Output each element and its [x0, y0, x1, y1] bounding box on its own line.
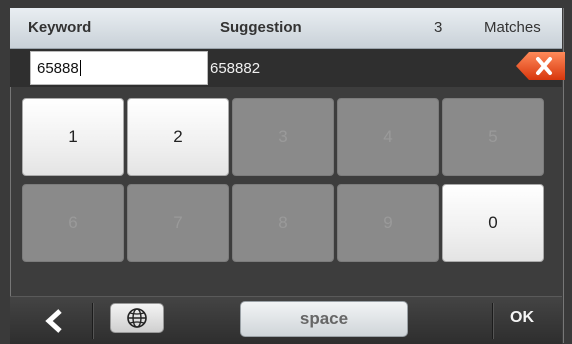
back-button[interactable]	[40, 308, 70, 334]
clear-x-icon	[516, 52, 565, 80]
suggestion-text[interactable]: 658882	[210, 60, 260, 77]
header-bar: Keyword Suggestion 3 Matches	[10, 8, 562, 49]
ok-button[interactable]: OK	[510, 309, 534, 327]
key-9: 9	[337, 184, 439, 262]
key-1[interactable]: 1	[22, 98, 124, 176]
key-8: 8	[232, 184, 334, 262]
match-count: 3	[434, 19, 443, 36]
clear-button[interactable]	[515, 51, 565, 81]
key-3: 3	[232, 98, 334, 176]
globe-icon	[127, 308, 147, 328]
key-label: 0	[488, 213, 498, 232]
keyword-value: 65888	[37, 60, 79, 77]
key-0[interactable]: 0	[442, 184, 544, 262]
divider	[92, 303, 93, 339]
language-button[interactable]	[110, 303, 164, 333]
matches-label: Matches	[484, 19, 541, 36]
key-label: 4	[383, 127, 393, 146]
bottom-bar: space OK	[10, 296, 562, 344]
numeric-keypad: 1 2 3 4 5 6 7 8 9 0	[22, 98, 554, 284]
key-4: 4	[337, 98, 439, 176]
keyword-header: Keyword	[28, 19, 92, 36]
key-label: 5	[488, 127, 498, 146]
key-label: 8	[278, 213, 288, 232]
key-label: 3	[278, 127, 288, 146]
key-label: 7	[173, 213, 183, 232]
text-caret	[79, 60, 81, 76]
space-button[interactable]: space	[240, 301, 408, 337]
key-6: 6	[22, 184, 124, 262]
key-5: 5	[442, 98, 544, 176]
input-row: 65888 658882	[10, 49, 565, 87]
key-label: 1	[68, 127, 78, 146]
key-2[interactable]: 2	[127, 98, 229, 176]
key-label: 2	[173, 127, 183, 146]
key-7: 7	[127, 184, 229, 262]
chevron-left-icon	[45, 309, 62, 333]
keyword-input[interactable]: 65888	[30, 51, 208, 85]
suggestion-header: Suggestion	[220, 19, 302, 36]
key-label: 9	[383, 213, 393, 232]
key-label: 6	[68, 213, 78, 232]
divider	[492, 303, 493, 339]
